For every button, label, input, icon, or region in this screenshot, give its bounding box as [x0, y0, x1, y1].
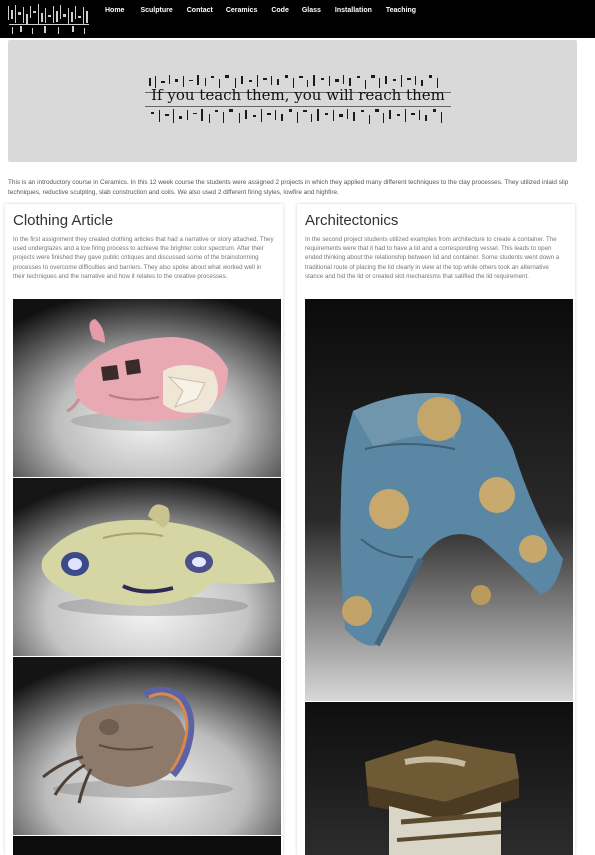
nav-code[interactable]: Code: [271, 7, 289, 14]
main-nav: Home Sculpture Contact Ceramics Code Gla…: [105, 7, 416, 14]
nav-ceramics[interactable]: Ceramics: [226, 7, 258, 14]
banner-title: If you teach them, you will reach them: [151, 86, 445, 104]
nav-installation[interactable]: Installation: [335, 7, 372, 14]
project-card-clothing-article: Clothing Article In the first assignment…: [5, 204, 283, 855]
nav-home[interactable]: Home: [105, 7, 124, 14]
ceramic-photo-blue-arch-vessel[interactable]: [305, 299, 573, 701]
course-intro-text: This is an introductory course in Cerami…: [8, 179, 569, 196]
ceramic-photo-pink-creature[interactable]: [13, 299, 281, 477]
project-card-architectonics: Architectonics In the second project stu…: [297, 204, 575, 855]
nav-glass[interactable]: Glass: [302, 7, 321, 14]
nav-sculpture[interactable]: Sculpture: [140, 7, 172, 14]
site-logo[interactable]: [6, 2, 92, 36]
top-navigation-bar: Home Sculpture Contact Ceramics Code Gla…: [0, 0, 595, 38]
nav-teaching[interactable]: Teaching: [386, 7, 416, 14]
ceramic-photo-brown-box[interactable]: [305, 702, 573, 855]
ceramic-photo-partial[interactable]: [13, 836, 281, 855]
project-title: Clothing Article: [13, 212, 114, 229]
project-title: Architectonics: [305, 212, 399, 229]
banner-artwork: If you teach them, you will reach them: [145, 72, 451, 132]
hero-banner: If you teach them, you will reach them: [8, 40, 577, 162]
ceramic-photo-rust-creature[interactable]: [13, 657, 281, 835]
ceramic-photo-green-creature[interactable]: [13, 478, 281, 656]
project-description: In the first assignment they created clo…: [13, 236, 274, 280]
nav-contact[interactable]: Contact: [187, 7, 213, 14]
project-description: In the second project students utilized …: [305, 236, 560, 280]
